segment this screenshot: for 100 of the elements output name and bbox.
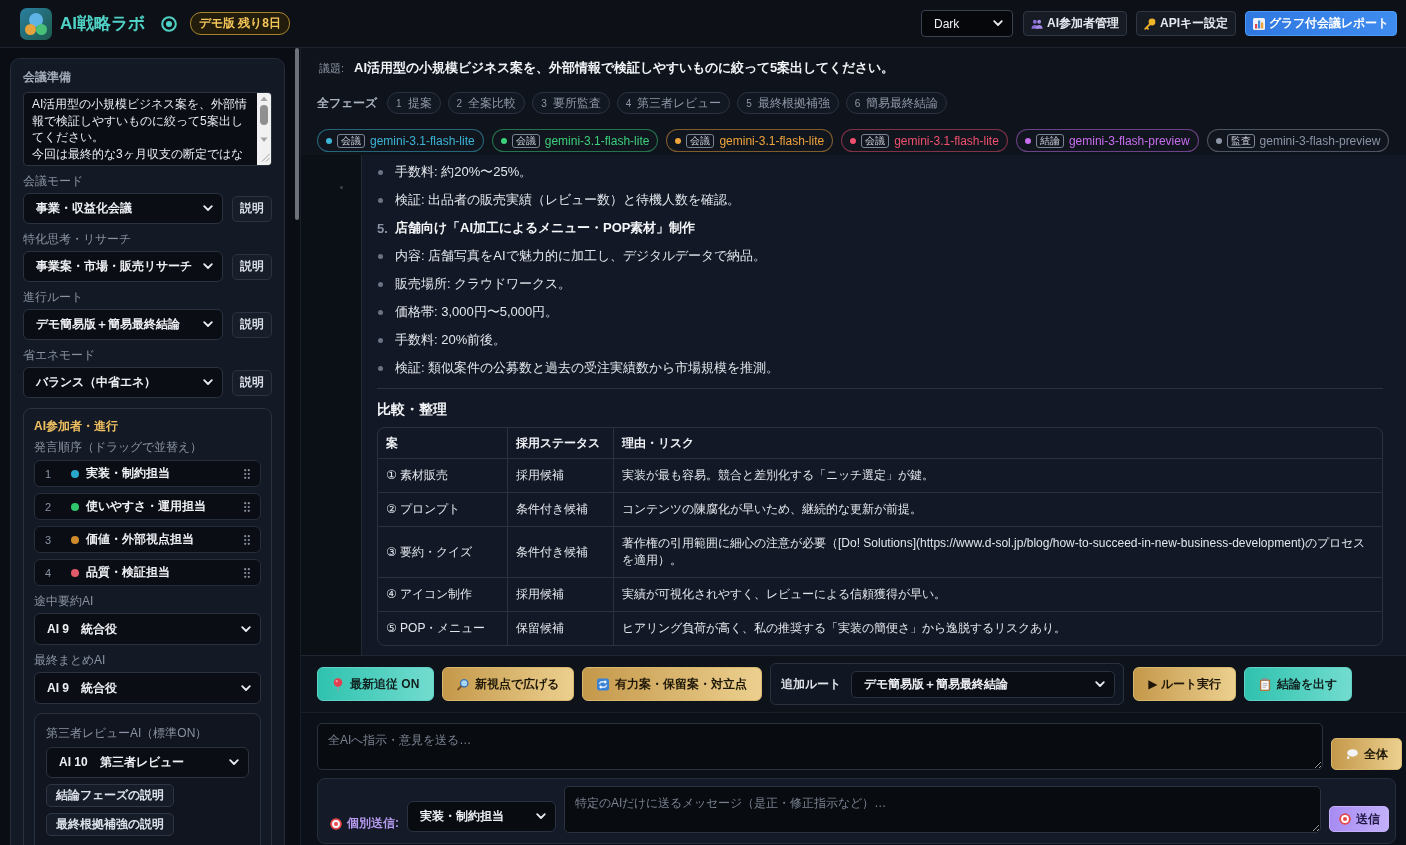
bullet-icon [378, 281, 383, 287]
panel-title: 会議準備 [23, 70, 72, 85]
route-select[interactable]: デモ簡易版＋簡易最終結論 [851, 670, 1116, 698]
phase-tab[interactable]: 4 第三者レビュー [616, 92, 731, 114]
section-heading: 比較・整理 [377, 400, 448, 419]
status-ring-icon [161, 15, 177, 32]
trial-badge: デモ版 残り8日 [190, 12, 290, 35]
chevron-down-icon [229, 759, 239, 766]
follow-latest-button[interactable]: 最新追従 ON [317, 667, 435, 701]
chevron-down-icon [203, 379, 214, 386]
table-cell: ① 素材販売 [378, 459, 508, 493]
phases-label: 全フェーズ [317, 94, 377, 112]
explain-button[interactable]: 最終根拠補強の説明 [46, 813, 174, 836]
route-label: 追加ルート [781, 675, 842, 693]
drag-handle-icon[interactable] [244, 468, 250, 479]
setting-select[interactable]: 事業・収益化会議 [23, 193, 224, 224]
model-name: gemini-3.1-flash-lite [719, 133, 825, 148]
broadcast-field[interactable]: 全AIへ指示・意見を送る… [317, 723, 1323, 770]
table-cell: 実装が最も容易。競合と差別化する「ニッチ選定」が鍵。 [614, 459, 1382, 493]
list-text: 価格帯: 3,000円〜5,000円。 [395, 303, 559, 321]
bullet-icon [378, 309, 383, 315]
direct-message-field[interactable]: 特定のAIだけに送るメッセージ（是正・修正指示など）… [564, 786, 1321, 833]
model-name: gemini-3.1-flash-lite [370, 133, 475, 148]
theme-select[interactable]: Dark [921, 10, 1013, 37]
model-name: gemini-3-flash-preview [1259, 133, 1381, 148]
table-cell: コンテンツの陳腐化が早いため、継続的な更新が前提。 [614, 493, 1382, 527]
topic-paragraph: 今回は最終的な3ヶ月収支の断定ではな [32, 145, 244, 162]
bullet-icon [378, 197, 383, 203]
setting-select[interactable]: デモ簡易版＋簡易最終結論 [23, 309, 224, 340]
explain-button[interactable]: 説明 [232, 253, 272, 280]
explain-button[interactable]: 結論フェーズの説明 [46, 784, 174, 807]
direct-send-label: 個別送信: [347, 815, 399, 832]
topic-label: 議題: [319, 60, 345, 76]
speaker-row[interactable]: 2 使いやすさ・運用担当 [34, 493, 261, 520]
speaker-name: 実装・制約担当 [86, 465, 170, 482]
field-label: 省エネモード [23, 348, 96, 363]
textarea-scrollbar[interactable] [257, 93, 271, 165]
field-label: 最終まとめAI [34, 653, 107, 668]
field-label: 進行ルート [23, 290, 84, 305]
phase-tab[interactable]: 5 最終根拠補強 [737, 92, 839, 114]
speaker-name: 使いやすさ・運用担当 [86, 498, 206, 515]
new-perspective-button[interactable]: 新視点で広げる [442, 667, 575, 701]
shortlist-button[interactable]: 有力案・保留案・対立点 [582, 667, 763, 701]
target-select[interactable]: 実装・制約担当 [407, 801, 556, 832]
list-number: 5. [377, 220, 389, 236]
bullet-icon [378, 169, 383, 175]
explain-button[interactable]: 説明 [232, 195, 272, 222]
list-text: 検証: 出品者の販売実績（レビュー数）と待機人数を確認。 [395, 191, 741, 209]
table-cell: ③ 要約・クイズ [378, 527, 508, 578]
participants-button[interactable]: AI参加者管理 [1023, 11, 1127, 36]
send-all-button[interactable]: 全体 [1331, 738, 1402, 770]
table-cell: 条件付き候補 [508, 493, 614, 527]
key-icon [1144, 17, 1156, 30]
thought-bubble-icon [1345, 748, 1358, 760]
phase-tab[interactable]: 2 全案比較 [447, 92, 526, 114]
send-button[interactable]: 送信 [1329, 806, 1389, 832]
chevron-down-icon [203, 263, 214, 270]
list-text: 内容: 店舗写真をAIで魅力的に加工し、デジタルデータで納品。 [395, 247, 766, 265]
bullet-icon [378, 253, 383, 259]
conclude-button[interactable]: 結論を出す [1243, 667, 1352, 701]
table-cell: ② プロンプト [378, 493, 508, 527]
role-tag: 会議 [861, 133, 890, 148]
list-text: 検証: 類似案件の公募数と過去の受注実績数から市場規模を推測。 [395, 359, 780, 377]
drag-handle-icon[interactable] [244, 534, 250, 545]
topic-field[interactable]: AI活用型の小規模ビジネス案を、外部情報で検証しやすいものに絞って5案出してください。 今回は最終的な3ヶ月収支の断定ではな [23, 92, 272, 166]
run-route-button[interactable]: ▶ ルート実行 [1133, 667, 1236, 701]
phase-tab[interactable]: 3 要所監査 [532, 92, 610, 114]
speaker-row[interactable]: 1 実装・制約担当 [34, 460, 261, 487]
column-header: 採用ステータス [508, 428, 614, 459]
field-label: 第三者レビューAI（標準ON） [46, 726, 209, 741]
api-key-button[interactable]: APIキー設定 [1136, 11, 1236, 36]
table-cell-text: ヒアリング負荷が高く、私の推奨する「実装の簡便さ」から逸脱するリスクあり。 [621, 620, 1067, 637]
sidebar-scrollbar[interactable] [295, 48, 299, 220]
pushpin-icon [332, 677, 344, 691]
table-cell: 著作権の引用範囲に細心の注意が必要（[Do! Solutions](https://www.d-sol.jp/blog/how-to-succeed-in-new-business-development)のプロセスを適用）。 [614, 527, 1382, 578]
field-label: 会議モード [23, 174, 84, 189]
setting-select[interactable]: 事業案・市場・販売リサーチ [23, 251, 224, 282]
drag-handle-icon[interactable] [244, 567, 250, 578]
chevron-down-icon [536, 813, 546, 820]
speaker-row[interactable]: 4 品質・検証担当 [34, 559, 261, 586]
role-tag: 会議 [337, 133, 365, 148]
final-ai-select[interactable]: AI 9 統合役 [34, 672, 261, 704]
explain-button[interactable]: 説明 [232, 369, 272, 396]
drag-handle-icon[interactable] [244, 501, 250, 512]
review-ai-select[interactable]: AI 10 第三者レビュー [46, 747, 249, 778]
table-cell: 条件付き候補 [508, 527, 614, 578]
role-tag: 結論 [1035, 133, 1064, 148]
topic-title: AI活用型の小規模ビジネス案を、外部情報で検証しやすいものに絞って5案出してください。 [354, 59, 895, 77]
people-icon [1031, 17, 1043, 30]
table-cell: ④ アイコン制作 [378, 578, 508, 612]
summary-ai-select[interactable]: AI 9 統合役 [34, 613, 261, 645]
explain-button[interactable]: 説明 [232, 311, 272, 338]
repeat-icon [597, 677, 610, 691]
report-button[interactable]: グラフ付会議レポート [1245, 11, 1397, 36]
speaker-row[interactable]: 3 価値・外部視点担当 [34, 526, 261, 553]
phase-tab[interactable]: 1 提案 [387, 92, 441, 114]
setting-select[interactable]: バランス（中省エネ） [23, 367, 224, 398]
phase-tab[interactable]: 6 簡易最終結論 [845, 92, 948, 114]
gutter-dot-icon [340, 186, 343, 189]
section-title: AI参加者・進行 [34, 419, 119, 434]
